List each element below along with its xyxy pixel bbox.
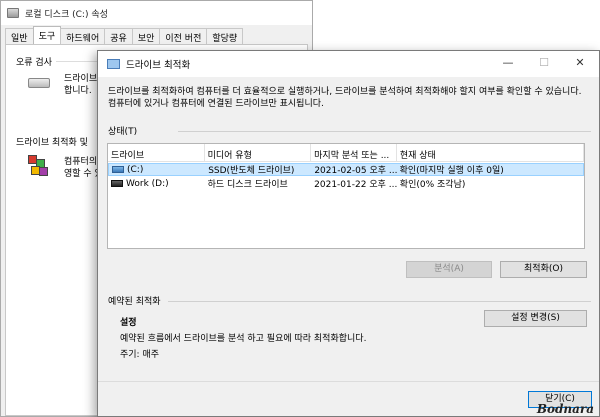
column-drive[interactable]: 드라이브 [108,144,205,161]
column-media-type[interactable]: 미디어 유형 [205,144,312,161]
error-check-desc: 드라이브 합니다. [64,73,97,97]
optimize-button[interactable]: 최적화(O) [500,261,587,278]
tab-hardware[interactable]: 하드웨어 [60,28,106,44]
drive-list-header: 드라이브 미디어 유형 마지막 분석 또는 ... 현재 상태 [108,144,585,162]
drive-name: Work (D:) [126,178,169,189]
status-label: 상태(T) [108,127,138,137]
change-settings-button[interactable]: 설정 변경(S) [484,310,587,327]
setting-title: 설정 [120,318,137,328]
maximize-icon[interactable]: ☐ [533,55,555,71]
optimize-drives-window: 드라이브 최적화 — ☐ ✕ 드라이브를 최적화하여 컴퓨터를 더 효율적으로 … [97,50,600,417]
drive-cell: Work (D:) [108,179,205,189]
scheduled-separator [168,301,591,302]
optimize-title: 드라이브 최적화 [126,60,191,71]
status-separator [178,131,591,132]
footer-divider [98,381,599,382]
drive-name: (C:) [127,164,144,175]
error-check-desc-line2: 합니다. [64,86,92,96]
column-last-run[interactable]: 마지막 분석 또는 ... [311,144,397,161]
optimize-titlebar: 드라이브 최적화 — ☐ ✕ [98,51,599,77]
media-cell: 하드 디스크 드라이브 [207,180,288,190]
tab-quota[interactable]: 할당량 [206,28,244,44]
hdd-drive-icon [111,179,123,187]
status-cell: 확인(0% 조각남) [399,180,466,190]
minimize-icon[interactable]: — [497,55,519,71]
defrag-icon [28,155,48,177]
last-run-cell: 2021-02-05 오후 ... [314,166,397,176]
watermark-logo: Bodnara [536,402,594,416]
optimize-drives-icon [107,59,120,69]
column-current-status[interactable]: 현재 상태 [397,144,585,161]
tab-security[interactable]: 보안 [131,28,161,44]
hard-drive-icon [28,78,50,88]
tab-sharing[interactable]: 공유 [104,28,133,44]
media-cell: SSD(반도체 드라이브) [208,166,295,176]
properties-title: 로컬 디스크 (C:) 속성 [25,9,108,20]
last-run-cell: 2021-01-22 오후 ... [314,180,397,190]
setting-description: 예약된 흐름에서 드라이브를 분석 하고 필요에 따라 최적화합니다. [120,334,367,344]
error-check-desc-line1: 드라이브 [64,74,98,84]
tab-tools[interactable]: 도구 [32,26,62,44]
properties-tabs: 일반 도구 하드웨어 공유 보안 이전 버전 할당량 [5,26,308,44]
drive-cell: (C:) [109,165,205,175]
frequency-text: 주기: 매주 [120,350,160,360]
intro-text: 드라이브를 최적화하여 컴퓨터를 더 효율적으로 실행하거나, 드라이브를 분석… [108,87,582,109]
drive-icon [7,8,19,18]
analyze-button[interactable]: 분석(A) [406,261,492,278]
drive-row[interactable]: Work (D:) 하드 디스크 드라이브 2021-01-22 오후 ... … [108,177,584,190]
ssd-drive-icon [112,165,124,173]
status-cell: 확인(마지막 실행 이후 0일) [399,166,504,176]
properties-titlebar: 로컬 디스크 (C:) 속성 [1,1,312,25]
tab-general[interactable]: 일반 [5,28,34,44]
tab-previous-versions[interactable]: 이전 버전 [159,28,208,44]
close-icon[interactable]: ✕ [569,55,591,71]
drive-row[interactable]: (C:) SSD(반도체 드라이브) 2021-02-05 오후 ... 확인(… [108,163,584,176]
drive-list[interactable]: 드라이브 미디어 유형 마지막 분석 또는 ... 현재 상태 (C:) SSD… [107,143,585,249]
scheduled-optimization-label: 예약된 최적화 [108,297,161,307]
